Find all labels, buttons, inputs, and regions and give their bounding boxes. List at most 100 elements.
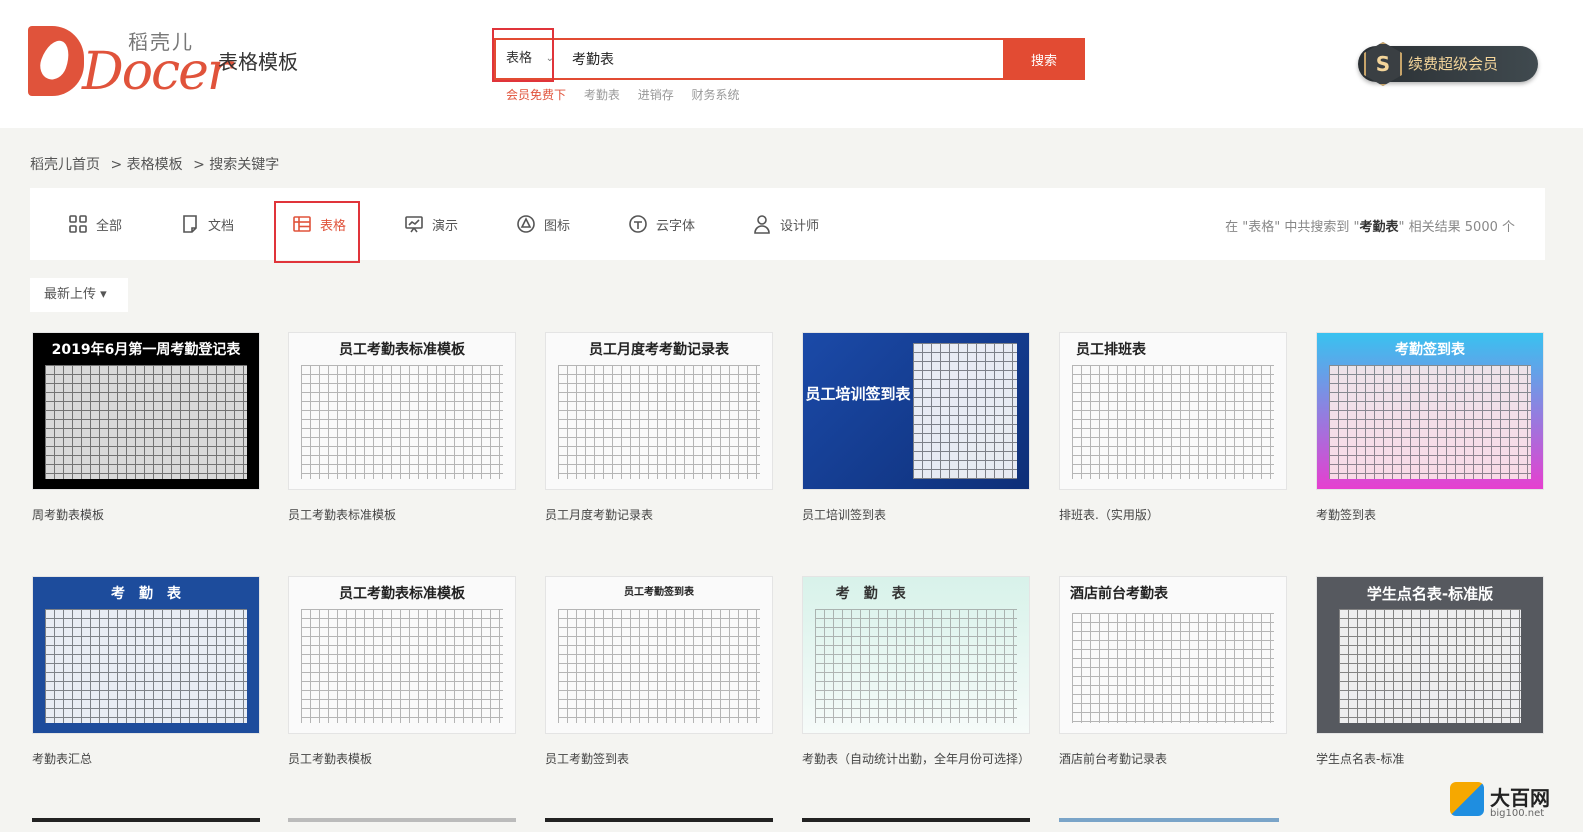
template-thumbnail[interactable]: 考 勤 表: [802, 576, 1030, 734]
watermark-logo-icon: [1450, 782, 1484, 816]
template-title[interactable]: 员工考勤表标准模板: [288, 506, 516, 523]
site-header: Docer 稻壳儿 表格模板 表格 ⌄ 搜索 会员免费下 考勤表 进销存 财务系…: [0, 0, 1583, 128]
table-preview: [301, 609, 503, 723]
template-card[interactable]: 员工排班表 排班表.（实用版）: [1059, 332, 1287, 523]
hot-keyword-link[interactable]: 财务系统: [692, 88, 740, 102]
hot-keyword-link[interactable]: 会员免费下: [506, 88, 566, 102]
template-thumbnail[interactable]: 酒店前台考勤表: [1059, 576, 1287, 734]
template-thumbnail[interactable]: 考勤签到表: [1316, 332, 1544, 490]
tab-designers[interactable]: 设计师: [752, 214, 819, 234]
breadcrumb-home[interactable]: 稻壳儿首页: [30, 157, 100, 173]
thumbnail-title: 员工考勤签到表: [624, 587, 694, 598]
template-thumbnail[interactable]: 2019年6月第一周考勤登记表: [32, 332, 260, 490]
tab-label: 图标: [544, 218, 571, 234]
tab-label: 云字体: [656, 218, 696, 234]
template-card-partial[interactable]: [802, 818, 1030, 832]
search-category-select[interactable]: 表格 ⌄: [496, 40, 562, 78]
search-button[interactable]: 搜索: [1003, 38, 1085, 80]
vip-badge-icon: S: [1364, 42, 1402, 86]
template-thumbnail[interactable]: 员工培训签到表: [802, 332, 1030, 490]
template-title[interactable]: 排班表.（实用版）: [1059, 506, 1287, 523]
template-title[interactable]: 员工月度考勤记录表: [545, 506, 773, 523]
watermark: 大百网 big100.net: [1450, 782, 1566, 824]
template-thumbnail[interactable]: 员工考勤表标准模板: [288, 576, 516, 734]
template-card[interactable]: 员工培训签到表 员工培训签到表: [802, 332, 1030, 523]
template-title[interactable]: 员工考勤签到表: [545, 750, 773, 767]
template-thumbnail[interactable]: 员工月度考考勤记录表: [545, 332, 773, 490]
hot-keyword-link[interactable]: 进销存: [638, 88, 674, 102]
table-preview: [1072, 613, 1274, 723]
table-preview: [558, 365, 760, 479]
template-card[interactable]: 考勤签到表 考勤签到表: [1316, 332, 1544, 523]
watermark-url: big100.net: [1490, 808, 1545, 819]
template-title[interactable]: 酒店前台考勤记录表: [1059, 750, 1287, 767]
template-title[interactable]: 周考勤表模板: [32, 506, 260, 523]
thumbnail-title: 考 勤 表: [835, 586, 906, 602]
template-card-partial[interactable]: [32, 818, 260, 832]
vip-label: 续费超级会员: [1408, 55, 1499, 73]
template-card[interactable]: 员工考勤签到表 员工考勤签到表: [545, 576, 773, 767]
thumbnail-title: 员工月度考考勤记录表: [589, 342, 729, 358]
cloud-font-icon: [629, 215, 647, 233]
template-card[interactable]: 酒店前台考勤表 酒店前台考勤记录表: [1059, 576, 1287, 767]
breadcrumb-current: > 搜索关键字: [193, 157, 280, 173]
tab-documents[interactable]: 文档: [180, 214, 234, 234]
table-preview: [815, 609, 1017, 723]
template-title[interactable]: 考勤表（自动统计出勤，全年月份可选择）: [802, 750, 1030, 767]
thumbnail-title: 员工考勤表标准模板: [339, 586, 465, 602]
sort-dropdown[interactable]: 最新上传 ▾: [30, 278, 128, 312]
template-title[interactable]: 学生点名表-标准: [1316, 750, 1544, 767]
tab-label: 文档: [208, 218, 235, 234]
template-card-partial[interactable]: [545, 818, 773, 832]
template-title[interactable]: 考勤表汇总: [32, 750, 260, 767]
thumbnail-title: 员工排班表: [1076, 342, 1146, 358]
template-card[interactable]: 员工考勤表标准模板 员工考勤表标准模板: [288, 332, 516, 523]
search-input[interactable]: [564, 40, 1004, 78]
template-card[interactable]: 考 勤 表 考勤表汇总: [32, 576, 260, 767]
template-thumbnail[interactable]: 考 勤 表: [32, 576, 260, 734]
breadcrumb-table-templates[interactable]: > 表格模板: [110, 157, 182, 173]
template-title[interactable]: 员工培训签到表: [802, 506, 1030, 523]
tab-label: 全部: [96, 218, 123, 234]
tab-presentations[interactable]: 演示: [404, 214, 458, 234]
search-category-label: 表格: [506, 51, 533, 66]
template-card-partial[interactable]: [1059, 818, 1279, 832]
tab-label: 演示: [432, 218, 459, 234]
vip-renew-button[interactable]: S 续费超级会员: [1358, 42, 1538, 86]
hot-keyword-link[interactable]: 考勤表: [584, 88, 620, 102]
tab-icons[interactable]: 图标: [516, 214, 570, 234]
table-preview: [301, 365, 503, 479]
template-thumbnail[interactable]: 学生点名表-标准版: [1316, 576, 1544, 734]
watermark-text: 大百网: [1490, 786, 1550, 810]
thumbnail-title: 员工考勤表标准模板: [339, 342, 465, 358]
template-card[interactable]: 员工考勤表标准模板 员工考勤表模板: [288, 576, 516, 767]
hot-keywords: 会员免费下 考勤表 进销存 财务系统: [506, 86, 754, 103]
table-preview: [1072, 365, 1274, 479]
leaf-logo-icon: [28, 26, 84, 96]
template-card-partial[interactable]: [288, 818, 516, 832]
tab-all[interactable]: 全部: [68, 214, 122, 234]
tab-cloud-fonts[interactable]: 云字体: [628, 214, 695, 234]
thumbnail-title: 酒店前台考勤表: [1070, 586, 1168, 602]
thumbnail-title: 员工培训签到表: [805, 385, 911, 403]
table-preview: [1329, 365, 1531, 479]
result-keyword: 考勤表: [1359, 220, 1399, 235]
result-count-text: 在 "表格" 中共搜索到 "考勤表" 相关结果 5000 个: [1225, 216, 1515, 235]
template-card[interactable]: 考 勤 表 考勤表（自动统计出勤，全年月份可选择）: [802, 576, 1030, 767]
template-card[interactable]: 学生点名表-标准版 学生点名表-标准: [1316, 576, 1544, 767]
template-card[interactable]: 2019年6月第一周考勤登记表 周考勤表模板: [32, 332, 260, 523]
table-preview: [45, 365, 247, 479]
template-title[interactable]: 员工考勤表模板: [288, 750, 516, 767]
presentation-icon: [405, 216, 423, 233]
grid-icon: [69, 215, 87, 233]
template-thumbnail[interactable]: 员工排班表: [1059, 332, 1287, 490]
person-icon: [754, 215, 770, 234]
table-preview: [558, 609, 760, 723]
template-title[interactable]: 考勤签到表: [1316, 506, 1544, 523]
template-thumbnail[interactable]: 员工考勤签到表: [545, 576, 773, 734]
docer-logo[interactable]: Docer 稻壳儿: [28, 26, 232, 98]
template-card[interactable]: 员工月度考考勤记录表 员工月度考勤记录表: [545, 332, 773, 523]
logo-chinese: 稻壳儿: [128, 30, 194, 54]
template-thumbnail[interactable]: 员工考勤表标准模板: [288, 332, 516, 490]
circle-icon: [517, 215, 535, 233]
